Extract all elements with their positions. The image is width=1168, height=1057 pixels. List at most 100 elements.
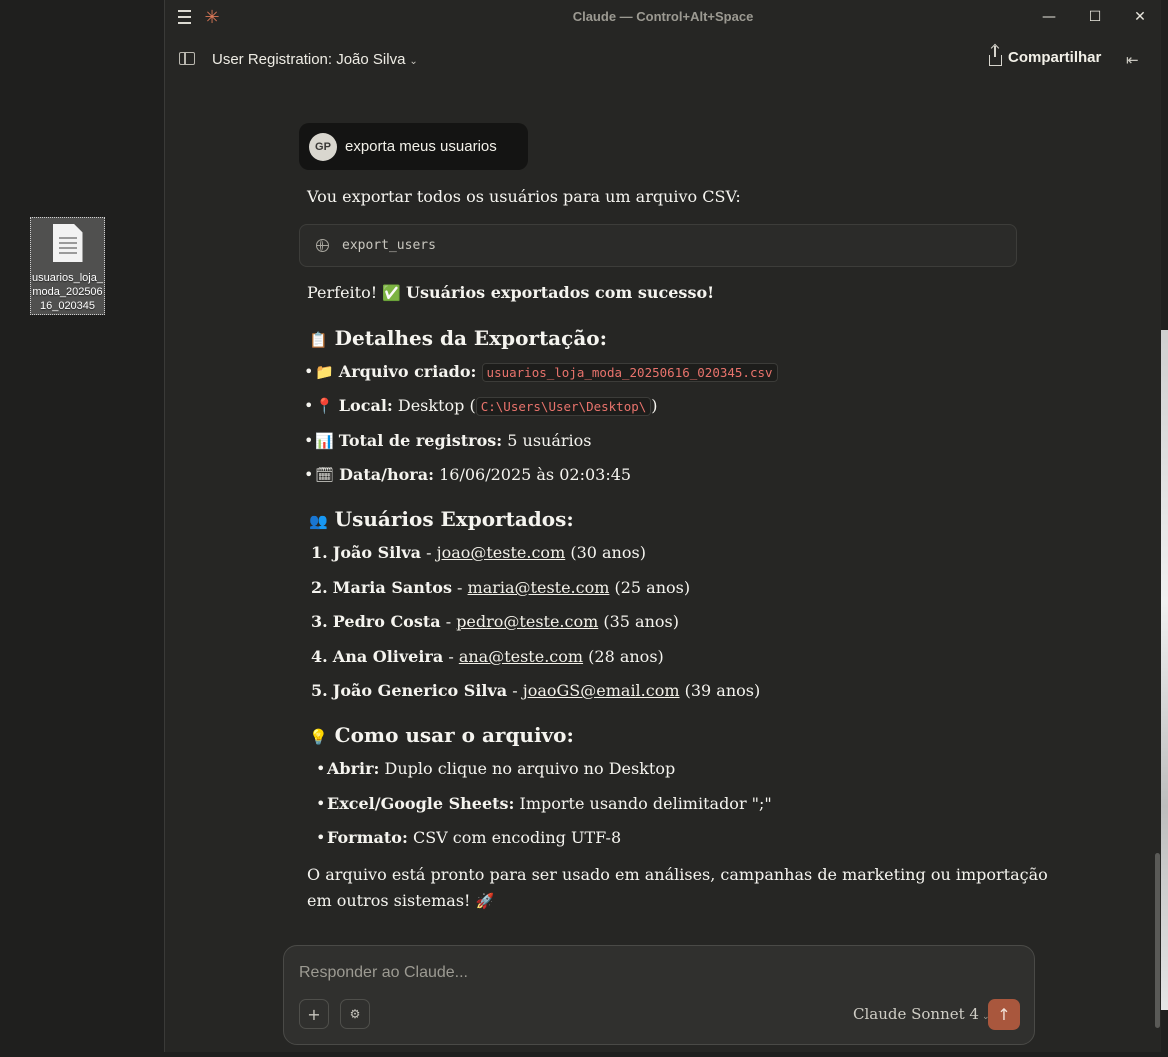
email-link[interactable]: joao@teste.com — [437, 543, 566, 562]
separator: - — [451, 578, 468, 597]
email-link[interactable]: maria@teste.com — [468, 578, 610, 597]
detail-text: Desktop ( — [392, 396, 476, 415]
conversation-title-text: User Registration: João Silva — [212, 51, 406, 68]
lightbulb-icon: 💡 — [309, 728, 328, 746]
people-icon: 👥 — [309, 512, 328, 530]
usage-text: CSV com encoding UTF-8 — [407, 828, 622, 847]
usage-heading-text: Como usar o arquivo: — [334, 723, 574, 747]
bar-chart-icon: 📊 — [315, 432, 334, 450]
usage-heading: 💡 Como usar o arquivo: — [309, 723, 574, 747]
users-heading: 👥 Usuários Exportados: — [309, 507, 574, 531]
list-item: 1. João Silva - joao@teste.com (30 anos) — [311, 543, 646, 562]
details-heading: 📋 Detalhes da Exportação: — [309, 326, 607, 350]
conversation-header: User Registration: João Silva ⌄ Compartil… — [165, 34, 1161, 84]
window-title: Claude — Control+Alt+Space — [572, 9, 754, 24]
message-composer[interactable]: Responder ao Claude... + ⚙ Claude Sonnet… — [283, 945, 1035, 1045]
separator: - — [421, 543, 437, 562]
maximize-button[interactable]: ☐ — [1072, 0, 1118, 34]
list-item: 5. João Generico Silva - joaoGS@email.co… — [311, 681, 760, 700]
separator: - — [507, 681, 523, 700]
detail-label: Data/hora: — [339, 465, 434, 484]
user-name: João Generico Silva — [332, 681, 508, 700]
model-name: Claude Sonnet 4 — [853, 1005, 979, 1023]
user-name: Maria Santos — [332, 578, 452, 597]
tools-settings-button[interactable]: ⚙ — [340, 999, 370, 1029]
calendar-icon: 🗓 — [315, 466, 335, 484]
chat-area: GP exporta meus usuarios Vou exportar to… — [165, 84, 1161, 944]
detail-text: 5 usuários — [502, 431, 592, 450]
globe-icon — [316, 239, 329, 252]
desktop: usuarios_loja_moda_20250616_020345 — [0, 0, 164, 1057]
list-number: 5. — [311, 681, 328, 700]
tool-call-box[interactable]: export_users — [299, 224, 1017, 267]
user-name: João Silva — [332, 543, 422, 562]
rocket-icon: 🚀 — [475, 892, 495, 910]
user-message-text: exporta meus usuarios — [345, 138, 497, 155]
desktop-file-name: usuarios_loja_moda_20250616_020345 — [32, 272, 103, 312]
check-icon: ✅ — [382, 284, 401, 302]
send-button[interactable]: ↑ — [988, 999, 1020, 1030]
detail-item: 📊 Total de registros: 5 usuários — [304, 431, 592, 450]
closing-text: em outros sistemas! — [307, 891, 476, 910]
reply-input[interactable]: Responder ao Claude... — [299, 964, 468, 982]
success-text: Usuários exportados com sucesso! — [406, 283, 715, 302]
detail-text: ) — [651, 396, 658, 415]
list-number: 1. — [311, 543, 328, 562]
detail-item: 🗓 Data/hora: 16/06/2025 às 02:03:45 — [304, 465, 632, 484]
close-button[interactable]: ✕ — [1117, 0, 1163, 34]
share-button[interactable]: Compartilhar — [989, 45, 1102, 66]
location-code: C:\Users\User\Desktop\ — [475, 397, 652, 416]
users-heading-text: Usuários Exportados: — [334, 507, 574, 531]
folder-icon: 📁 — [315, 363, 334, 381]
pin-icon: 📍 — [315, 397, 334, 415]
success-line: Perfeito! ✅ Usuários exportados com suce… — [307, 283, 714, 303]
detail-label: Arquivo criado: — [338, 362, 477, 381]
detail-text: 16/06/2025 às 02:03:45 — [434, 465, 632, 484]
email-link[interactable]: joaoGS@email.com — [523, 681, 680, 700]
avatar: GP — [309, 132, 337, 161]
email-link[interactable]: pedro@teste.com — [456, 612, 598, 631]
user-name: Ana Oliveira — [332, 647, 444, 666]
separator: - — [440, 612, 457, 631]
list-item: 3. Pedro Costa - pedro@teste.com (35 ano… — [311, 612, 679, 631]
usage-item: Excel/Google Sheets: Importe usando deli… — [316, 794, 772, 813]
closing-line-1: O arquivo está pronto para ser usado em … — [307, 865, 1048, 884]
user-age: (25 anos) — [609, 578, 691, 597]
separator: - — [443, 647, 459, 666]
detail-item: 📍 Local: Desktop (C:\Users\User\Desktop\… — [304, 396, 658, 416]
background-window-edge — [1160, 330, 1168, 1010]
model-selector[interactable]: Claude Sonnet 4 ⌄ — [853, 1005, 990, 1023]
usage-label: Formato: — [327, 828, 408, 847]
document-icon — [52, 224, 83, 262]
details-heading-text: Detalhes da Exportação: — [334, 326, 607, 350]
success-prefix: Perfeito! — [307, 283, 383, 302]
detail-item: 📁 Arquivo criado: usuarios_loja_moda_202… — [304, 362, 778, 382]
sidebar-toggle-icon[interactable] — [179, 52, 195, 65]
user-name: Pedro Costa — [332, 612, 441, 631]
usage-text: Importe usando delimitador ";" — [514, 794, 772, 813]
closing-line-2: em outros sistemas! 🚀 — [307, 891, 494, 911]
list-number: 4. — [311, 647, 328, 666]
desktop-file-icon[interactable]: usuarios_loja_moda_20250616_020345 — [30, 217, 105, 315]
minimize-button[interactable]: — — [1026, 0, 1072, 34]
user-age: (35 anos) — [598, 612, 679, 631]
usage-item: Formato: CSV com encoding UTF-8 — [316, 828, 622, 847]
clipboard-icon: 📋 — [309, 331, 328, 349]
detail-label: Total de registros: — [338, 431, 503, 450]
add-attachment-button[interactable]: + — [299, 999, 329, 1029]
conversation-title[interactable]: User Registration: João Silva ⌄ — [212, 51, 418, 68]
collapse-icon[interactable]: ⇤ — [1126, 51, 1139, 69]
share-icon — [989, 45, 1002, 66]
file-path-code: usuarios_loja_moda_20250616_020345.csv — [481, 363, 778, 382]
usage-label: Excel/Google Sheets: — [327, 794, 515, 813]
user-message: GP exporta meus usuarios — [299, 123, 528, 170]
user-age: (30 anos) — [565, 543, 646, 562]
detail-label: Local: — [338, 396, 393, 415]
title-bar: ✳ Claude — Control+Alt+Space — ☐ ✕ — [165, 0, 1161, 34]
tool-call-name: export_users — [342, 238, 436, 253]
usage-item: Abrir: Duplo clique no arquivo no Deskto… — [316, 759, 675, 778]
chevron-down-icon: ⌄ — [409, 56, 418, 67]
scrollbar[interactable] — [1155, 853, 1160, 1028]
share-label: Compartilhar — [1008, 49, 1102, 66]
email-link[interactable]: ana@teste.com — [459, 647, 583, 666]
